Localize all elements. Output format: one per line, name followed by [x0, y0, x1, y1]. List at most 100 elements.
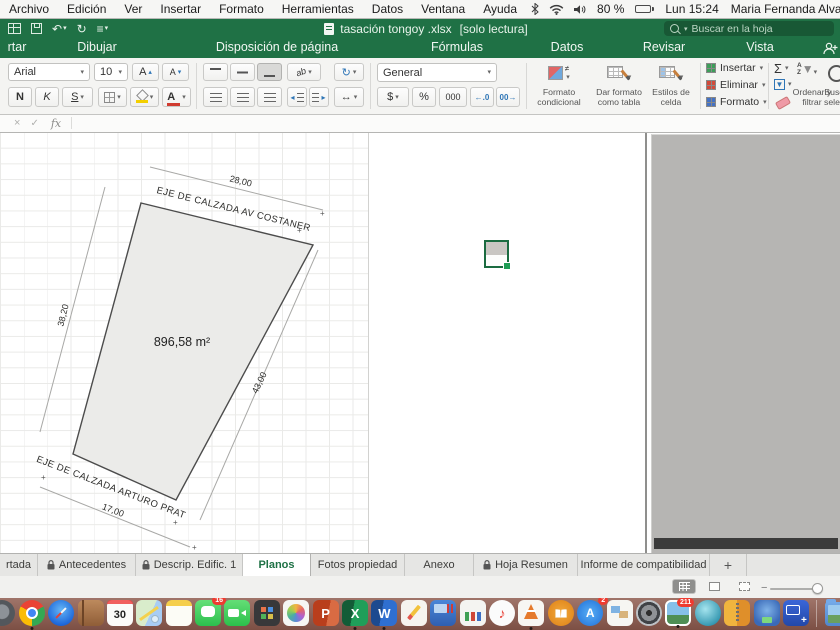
font-size-select[interactable]: 10▾ [94, 63, 128, 81]
selected-image-placeholder[interactable] [484, 240, 509, 268]
share-icon[interactable] [822, 41, 838, 59]
autosum-button[interactable]: Σ ▾ [774, 61, 789, 76]
insert-cells-button[interactable]: Insertar▾ [706, 62, 763, 74]
menu-user[interactable]: Maria Fernanda Alvarez Corral [725, 2, 840, 16]
calendar-icon[interactable]: 30 [107, 600, 133, 626]
tab-disposicion[interactable]: Disposición de página [216, 40, 338, 54]
redo-icon[interactable]: ↻ [77, 23, 87, 35]
tab-insertar-partial[interactable]: rtar [8, 40, 27, 54]
parcel-drawing[interactable]: 28,00 EJE DE CALZADA AV COSTANER 38,20 4… [0, 132, 400, 553]
increase-indent-button[interactable]: ▸ [309, 87, 329, 107]
photos-icon[interactable] [283, 600, 309, 626]
align-top-button[interactable] [203, 63, 228, 81]
zoom-out-icon[interactable]: − [761, 582, 767, 594]
conditional-format-button[interactable]: ≠ ▾ [531, 66, 587, 81]
search-scope-caret-icon[interactable]: ▾ [684, 25, 688, 33]
bold-button[interactable]: N [8, 87, 32, 107]
undo-icon[interactable]: ↶▾ [52, 23, 67, 35]
bluetooth-icon[interactable] [531, 3, 539, 15]
sheet-tab-descrip-edific[interactable]: Descrip. Edific. 1 [136, 554, 243, 576]
vlc-icon[interactable] [518, 600, 544, 626]
accept-icon[interactable]: ✓ [30, 118, 38, 129]
sheet-tab-hoja-resumen[interactable]: Hoja Resumen [474, 554, 578, 576]
sheet-tab-antecedentes[interactable]: Antecedentes [38, 554, 136, 576]
number-format-select[interactable]: General▾ [377, 63, 497, 82]
remote-desktop-icon[interactable] [430, 600, 456, 626]
format-cells-button[interactable]: Formato▾ [706, 96, 767, 108]
background-window[interactable] [651, 134, 840, 553]
align-right-button[interactable] [257, 87, 282, 107]
sheet-tab-fotos-propiedad[interactable]: Fotos propiedad [311, 554, 405, 576]
wifi-icon[interactable] [549, 4, 564, 15]
system-preferences-icon[interactable] [636, 600, 662, 626]
sheet-tab-planos[interactable]: Planos [243, 554, 311, 576]
network-app-icon[interactable] [754, 600, 780, 626]
underline-button[interactable]: S▾ [62, 87, 93, 107]
wrap-text-button[interactable]: ↻ ▾ [334, 63, 364, 81]
excel-icon[interactable]: X [342, 600, 368, 626]
thousands-button[interactable]: 000 [439, 87, 467, 107]
sheet-tab-portada[interactable]: rtada [0, 554, 38, 576]
messages-icon[interactable]: 16 [195, 600, 221, 626]
orientation-button[interactable]: ab ▾ [287, 63, 321, 81]
menu-ventana[interactable]: Ventana [412, 2, 474, 16]
borders-button[interactable]: ▾ [98, 87, 127, 107]
photo-booth-icon[interactable] [254, 600, 280, 626]
menu-ver[interactable]: Ver [115, 2, 151, 16]
resize-handle[interactable] [503, 262, 511, 270]
italic-button[interactable]: K [35, 87, 59, 107]
tab-dibujar[interactable]: Dibujar [77, 40, 117, 54]
facetime-icon[interactable] [224, 600, 250, 626]
find-select-button[interactable] [828, 65, 840, 82]
sphere-app-icon[interactable] [695, 600, 721, 626]
sheet-tab-anexo[interactable]: Anexo [405, 554, 474, 576]
photo-viewer-icon[interactable]: 211 [665, 600, 691, 626]
page-layout-view-button[interactable] [702, 579, 726, 594]
merge-cells-button[interactable]: ↔ ▾ [334, 87, 364, 107]
downloads-folder-icon[interactable] [825, 602, 840, 626]
normal-view-button[interactable] [672, 579, 696, 594]
word-icon[interactable]: W [371, 600, 397, 626]
decrease-font-button[interactable]: A▾ [162, 63, 189, 81]
fill-down-button[interactable]: ▼ ▾ [774, 79, 792, 90]
save-icon[interactable] [31, 23, 42, 34]
menu-formato[interactable]: Formato [210, 2, 273, 16]
menu-datos[interactable]: Datos [363, 2, 412, 16]
maps-icon[interactable] [136, 600, 162, 626]
notes-icon[interactable] [166, 600, 192, 626]
menu-insertar[interactable]: Insertar [151, 2, 210, 16]
itunes-icon[interactable]: ♪ [489, 600, 515, 626]
app-store-icon[interactable]: A2 [577, 600, 603, 626]
sheet-canvas[interactable]: 28,00 EJE DE CALZADA AV COSTANER 38,20 4… [0, 132, 840, 553]
percent-button[interactable]: % [412, 87, 436, 107]
clear-button[interactable] [776, 99, 790, 107]
increase-decimal-button[interactable]: ←.0 [470, 87, 494, 107]
search-input[interactable]: ▾ Buscar en la hoja [664, 21, 834, 36]
formula-input[interactable] [72, 114, 840, 132]
menu-edicion[interactable]: Edición [58, 2, 115, 16]
decrease-indent-button[interactable]: ◂ [287, 87, 307, 107]
font-name-select[interactable]: Arial▾ [8, 63, 90, 81]
menu-archivo[interactable]: Archivo [0, 2, 58, 16]
menu-ayuda[interactable]: Ayuda [474, 2, 526, 16]
tab-revisar[interactable]: Revisar [643, 40, 685, 54]
align-middle-button[interactable] [230, 63, 255, 81]
format-as-table-button[interactable]: ▾ [596, 66, 642, 81]
toolbar-options-icon[interactable]: ≡▾ [97, 23, 109, 35]
unarchiver-icon[interactable] [724, 600, 750, 626]
increase-font-button[interactable]: A▴ [132, 63, 159, 81]
cell-styles-button[interactable]: ▾ [650, 66, 692, 81]
volume-icon[interactable] [574, 4, 586, 15]
books-icon[interactable] [548, 600, 574, 626]
cancel-icon[interactable]: × [14, 117, 20, 129]
sheet-tab-informe-compatibilidad[interactable]: Informe de compatibilidad [578, 554, 710, 576]
launchpad-icon[interactable] [0, 600, 15, 626]
align-bottom-button[interactable] [257, 63, 282, 81]
id-card-app-icon[interactable]: + [783, 600, 809, 626]
delete-cells-button[interactable]: Eliminar▾ [706, 79, 765, 91]
chrome-icon[interactable] [19, 600, 45, 626]
insert-function-icon[interactable]: fx [51, 117, 61, 130]
font-color-button[interactable]: A ▾ [162, 87, 191, 107]
sheet-view-icon[interactable] [8, 23, 21, 34]
tab-vista[interactable]: Vista [746, 40, 774, 54]
